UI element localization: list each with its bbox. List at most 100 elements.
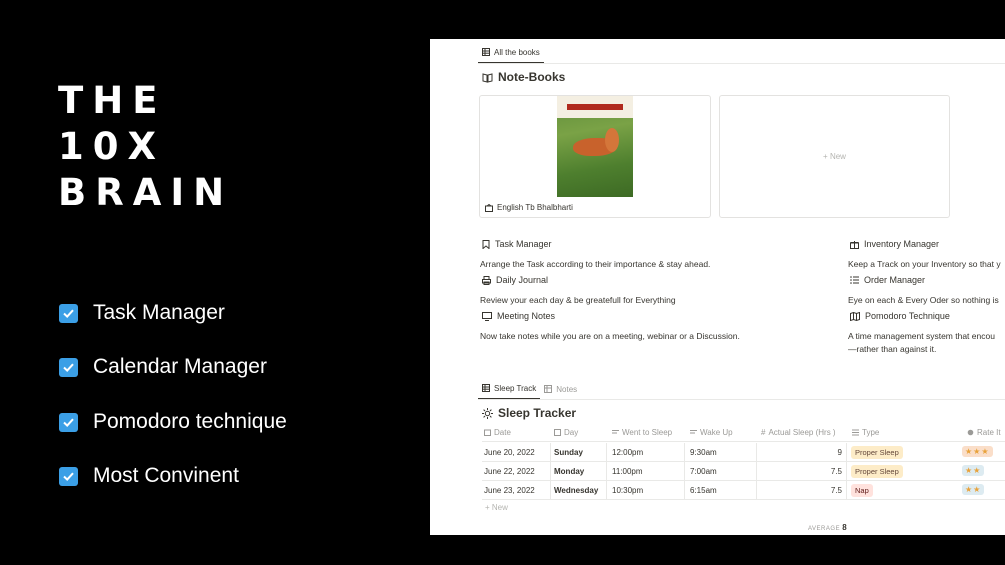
notebooks-title: Note-Books — [482, 70, 565, 84]
table-icon — [482, 48, 490, 56]
tool-meeting-notes[interactable]: Meeting Notes — [482, 311, 555, 321]
title-line-3: BRAIN — [58, 171, 234, 214]
tab-all-books[interactable]: All the books — [478, 42, 544, 64]
feature-pomodoro: Pomodoro technique — [59, 410, 287, 434]
feature-task-manager: Task Manager — [59, 301, 225, 325]
title-line-1: THE — [58, 79, 167, 122]
new-book-card[interactable]: + New — [719, 95, 950, 218]
tab-label: All the books — [494, 47, 540, 57]
type-tag: Proper Sleep — [851, 465, 903, 478]
table-row[interactable]: June 22, 2022 Monday 11:00pm 7:00am 7.5 … — [482, 462, 1005, 481]
type-tag: Proper Sleep — [851, 446, 903, 459]
cell-day: Wednesday — [554, 486, 599, 495]
tool-desc: A time management system that encou — [848, 331, 995, 341]
rating-stars[interactable]: ★★ — [962, 465, 985, 476]
cell-day: Monday — [554, 467, 585, 476]
cell-wake-up: 6:15am — [690, 486, 717, 495]
tool-desc: Review your each day & be greatefull for… — [480, 295, 676, 305]
col-date[interactable]: Date — [484, 428, 511, 437]
notion-panel: All the books Note-Books English Tb Bhal… — [430, 39, 1005, 535]
books-tabs: All the books — [478, 42, 544, 64]
cell-wake-up: 7:00am — [690, 467, 717, 476]
notebooks-title-text: Note-Books — [498, 70, 566, 84]
col-label: Went to Sleep — [622, 428, 673, 437]
cell-date: June 23, 2022 — [484, 486, 535, 495]
book-small-icon — [485, 203, 493, 212]
tool-name: Order Manager — [864, 275, 926, 285]
tool-desc: Now take notes while you are on a meetin… — [480, 331, 740, 341]
col-day[interactable]: Day — [554, 428, 578, 437]
tool-name: Daily Journal — [496, 275, 549, 285]
sleep-table-header: Date Day Went to Sleep Wake Up # Actual S… — [482, 426, 1005, 442]
bookmark-icon — [482, 239, 490, 249]
cover-heading — [567, 104, 623, 110]
col-wake-up[interactable]: Wake Up — [690, 428, 733, 437]
tool-task-manager[interactable]: Task Manager — [482, 239, 552, 249]
checkbox-icon — [59, 466, 78, 486]
new-row-button[interactable]: + New — [485, 503, 508, 512]
average-value: 8 — [842, 523, 847, 532]
col-actual-sleep[interactable]: # Actual Sleep (Hrs ) — [761, 428, 836, 437]
table-row[interactable]: June 23, 2022 Wednesday 10:30pm 6:15am 7… — [482, 481, 1005, 500]
sleep-tracker-title: Sleep Tracker — [482, 406, 576, 420]
feature-label: Task Manager — [93, 301, 225, 324]
cell-day: Sunday — [554, 448, 583, 457]
tool-desc: Arrange the Task according to their impo… — [480, 259, 711, 269]
sleep-tabs: Sleep Track Notes — [478, 378, 581, 400]
col-label: Day — [564, 428, 579, 437]
cell-date: June 22, 2022 — [484, 467, 535, 476]
cell-actual-sleep: 9 — [837, 448, 842, 457]
formula-icon — [554, 429, 561, 436]
list-icon — [852, 429, 859, 436]
table-icon — [482, 384, 490, 392]
rating-stars[interactable]: ★★ — [962, 484, 985, 495]
sun-icon — [482, 407, 493, 419]
new-label: + New — [823, 152, 846, 161]
type-tag: Nap — [851, 484, 873, 497]
col-went-to-sleep[interactable]: Went to Sleep — [612, 428, 672, 437]
tool-name: Inventory Manager — [864, 239, 940, 249]
tool-name: Pomodoro Technique — [865, 311, 950, 321]
checkbox-icon — [59, 412, 78, 432]
map-icon — [850, 311, 860, 321]
tab-label: Notes — [556, 384, 578, 394]
cell-actual-sleep: 7.5 — [830, 486, 842, 495]
cell-date: June 20, 2022 — [484, 448, 535, 457]
tool-pomodoro[interactable]: Pomodoro Technique — [850, 311, 950, 321]
calendar-icon — [484, 429, 491, 436]
tab-label: Sleep Track — [494, 383, 537, 393]
col-label: Type — [862, 428, 880, 437]
tool-daily-journal[interactable]: Daily Journal — [482, 275, 548, 285]
tool-order-manager[interactable]: Order Manager — [850, 275, 925, 285]
tool-name: Task Manager — [495, 239, 552, 249]
col-label: Wake Up — [700, 428, 733, 437]
checkbox-icon — [59, 303, 78, 323]
list-icon — [850, 276, 859, 284]
col-rate-it[interactable]: Rate It — [967, 428, 1001, 437]
tool-inventory-manager[interactable]: Inventory Manager — [850, 239, 939, 249]
gift-icon — [850, 240, 859, 249]
feature-label: Most Convinent — [93, 464, 239, 487]
feature-calendar-manager: Calendar Manager — [59, 355, 267, 379]
book-card[interactable]: English Tb Bhalbharti — [479, 95, 711, 218]
book-icon — [482, 72, 493, 83]
rating-stars[interactable]: ★★★ — [962, 446, 993, 457]
sleep-title-text: Sleep Tracker — [498, 406, 577, 420]
col-label: Date — [494, 428, 511, 437]
cell-actual-sleep: 7.5 — [830, 467, 842, 476]
tool-desc-cont: —rather than against it. — [848, 344, 937, 354]
tool-desc: Keep a Track on your Inventory so that y — [848, 259, 1001, 269]
cell-went-to-sleep: 11:00pm — [612, 467, 643, 476]
text-icon — [612, 430, 619, 434]
col-type[interactable]: Type — [852, 428, 879, 437]
feature-label: Calendar Manager — [93, 355, 267, 378]
text-icon — [690, 430, 697, 434]
tool-name: Meeting Notes — [497, 311, 556, 321]
book-cover — [557, 96, 633, 197]
gear-icon — [967, 429, 974, 436]
tab-notes[interactable]: Notes — [540, 378, 581, 400]
screen-icon — [482, 311, 492, 321]
table-row[interactable]: June 20, 2022 Sunday 12:00pm 9:30am 9 Pr… — [482, 443, 1005, 462]
tab-sleep-track[interactable]: Sleep Track — [478, 378, 541, 400]
table-icon — [544, 385, 553, 393]
